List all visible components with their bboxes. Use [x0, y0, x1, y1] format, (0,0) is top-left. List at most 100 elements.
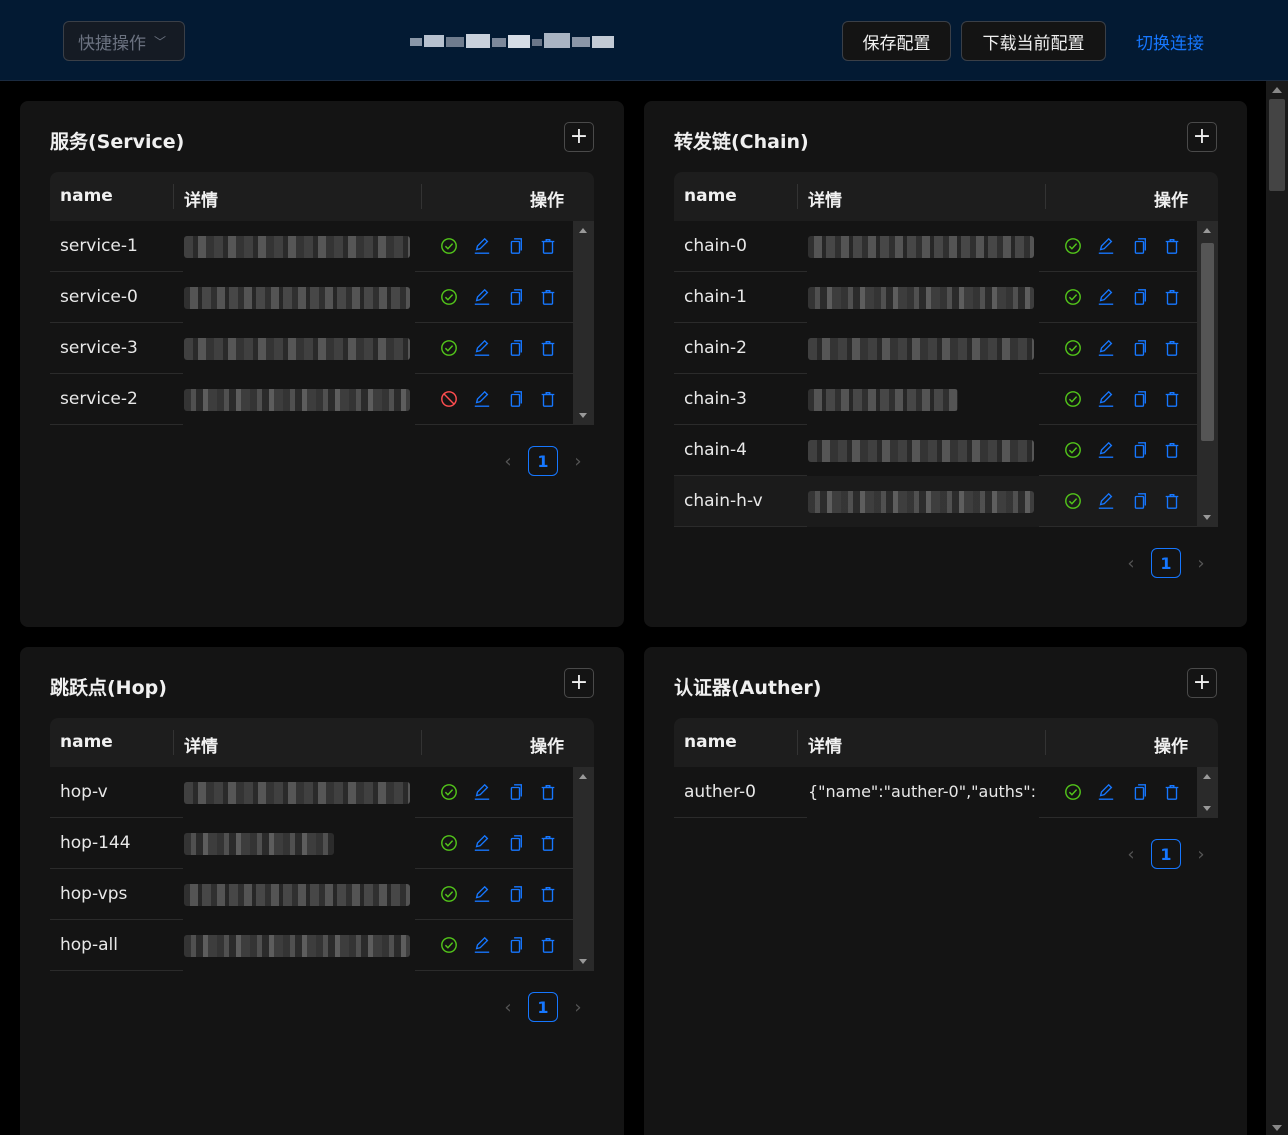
table-row[interactable]: service-3: [50, 323, 594, 374]
edit-icon[interactable]: [1097, 782, 1115, 802]
page-number-button[interactable]: 1: [528, 446, 558, 476]
scroll-up-arrow-icon[interactable]: [579, 774, 587, 779]
page-number-button[interactable]: 1: [1151, 548, 1181, 578]
table-row[interactable]: chain-4: [674, 425, 1218, 476]
edit-icon[interactable]: [473, 782, 491, 802]
page-scrollbar[interactable]: [1266, 81, 1288, 1135]
copy-icon[interactable]: [1130, 389, 1148, 409]
prev-page-icon[interactable]: ‹: [1121, 553, 1141, 574]
save-config-button[interactable]: 保存配置: [842, 21, 951, 61]
service-table-scrollbar[interactable]: [573, 221, 594, 425]
enabled-check-icon[interactable]: [1064, 287, 1082, 307]
download-config-button[interactable]: 下载当前配置: [961, 21, 1106, 61]
table-row[interactable]: hop-144: [50, 818, 594, 869]
copy-icon[interactable]: [506, 884, 524, 904]
delete-icon[interactable]: [539, 338, 557, 358]
table-row[interactable]: service-0: [50, 272, 594, 323]
copy-icon[interactable]: [506, 389, 524, 409]
enabled-check-icon[interactable]: [440, 236, 458, 256]
table-row[interactable]: hop-v: [50, 767, 594, 818]
delete-icon[interactable]: [539, 236, 557, 256]
copy-icon[interactable]: [506, 287, 524, 307]
disabled-stop-icon[interactable]: [440, 389, 458, 409]
table-row[interactable]: chain-3: [674, 374, 1218, 425]
delete-icon[interactable]: [539, 935, 557, 955]
delete-icon[interactable]: [539, 884, 557, 904]
table-row[interactable]: chain-1: [674, 272, 1218, 323]
hop-add-button[interactable]: +: [564, 668, 594, 698]
edit-icon[interactable]: [1097, 338, 1115, 358]
edit-icon[interactable]: [1097, 236, 1115, 256]
table-row[interactable]: service-2: [50, 374, 594, 425]
chain-add-button[interactable]: +: [1187, 122, 1217, 152]
enabled-check-icon[interactable]: [1064, 338, 1082, 358]
copy-icon[interactable]: [1130, 287, 1148, 307]
delete-icon[interactable]: [1163, 491, 1181, 511]
table-scroll-thumb[interactable]: [1201, 243, 1214, 441]
scroll-down-arrow-icon[interactable]: [1272, 1125, 1282, 1131]
next-page-icon[interactable]: ›: [1191, 844, 1211, 865]
enabled-check-icon[interactable]: [440, 935, 458, 955]
edit-icon[interactable]: [1097, 440, 1115, 460]
table-row[interactable]: hop-all: [50, 920, 594, 971]
scroll-down-arrow-icon[interactable]: [1203, 515, 1211, 520]
copy-icon[interactable]: [1130, 491, 1148, 511]
enabled-check-icon[interactable]: [440, 833, 458, 853]
delete-icon[interactable]: [1163, 440, 1181, 460]
enabled-check-icon[interactable]: [1064, 236, 1082, 256]
enabled-check-icon[interactable]: [1064, 782, 1082, 802]
enabled-check-icon[interactable]: [440, 338, 458, 358]
copy-icon[interactable]: [506, 833, 524, 853]
next-page-icon[interactable]: ›: [568, 451, 588, 472]
copy-icon[interactable]: [1130, 236, 1148, 256]
prev-page-icon[interactable]: ‹: [498, 997, 518, 1018]
copy-icon[interactable]: [506, 338, 524, 358]
enabled-check-icon[interactable]: [1064, 440, 1082, 460]
edit-icon[interactable]: [473, 389, 491, 409]
delete-icon[interactable]: [539, 782, 557, 802]
enabled-check-icon[interactable]: [440, 782, 458, 802]
delete-icon[interactable]: [539, 389, 557, 409]
enabled-check-icon[interactable]: [440, 287, 458, 307]
hop-table-scrollbar[interactable]: [573, 767, 594, 971]
edit-icon[interactable]: [1097, 389, 1115, 409]
copy-icon[interactable]: [1130, 338, 1148, 358]
prev-page-icon[interactable]: ‹: [498, 451, 518, 472]
enabled-check-icon[interactable]: [440, 884, 458, 904]
copy-icon[interactable]: [1130, 782, 1148, 802]
scroll-up-arrow-icon[interactable]: [1272, 87, 1282, 93]
edit-icon[interactable]: [1097, 491, 1115, 511]
edit-icon[interactable]: [1097, 287, 1115, 307]
copy-icon[interactable]: [1130, 440, 1148, 460]
prev-page-icon[interactable]: ‹: [1121, 844, 1141, 865]
table-row[interactable]: auther-0 {"name":"auther-0","auths":[...: [674, 767, 1218, 818]
copy-icon[interactable]: [506, 782, 524, 802]
scroll-up-arrow-icon[interactable]: [1203, 774, 1211, 779]
delete-icon[interactable]: [1163, 236, 1181, 256]
chain-table-scrollbar[interactable]: [1197, 221, 1218, 527]
page-number-button[interactable]: 1: [1151, 839, 1181, 869]
copy-icon[interactable]: [506, 236, 524, 256]
edit-icon[interactable]: [473, 287, 491, 307]
scroll-down-arrow-icon[interactable]: [579, 959, 587, 964]
quick-actions-dropdown[interactable]: 快捷操作 ﹀: [63, 21, 185, 61]
scroll-down-arrow-icon[interactable]: [1203, 806, 1211, 811]
table-row[interactable]: service-1: [50, 221, 594, 272]
delete-icon[interactable]: [539, 287, 557, 307]
scroll-up-arrow-icon[interactable]: [1203, 228, 1211, 233]
table-row[interactable]: hop-vps: [50, 869, 594, 920]
next-page-icon[interactable]: ›: [1191, 553, 1211, 574]
auther-add-button[interactable]: +: [1187, 668, 1217, 698]
edit-icon[interactable]: [473, 338, 491, 358]
delete-icon[interactable]: [539, 833, 557, 853]
service-add-button[interactable]: +: [564, 122, 594, 152]
enabled-check-icon[interactable]: [1064, 389, 1082, 409]
table-row[interactable]: chain-0: [674, 221, 1218, 272]
edit-icon[interactable]: [473, 833, 491, 853]
delete-icon[interactable]: [1163, 338, 1181, 358]
delete-icon[interactable]: [1163, 287, 1181, 307]
auther-table-scrollbar[interactable]: [1197, 767, 1218, 818]
enabled-check-icon[interactable]: [1064, 491, 1082, 511]
delete-icon[interactable]: [1163, 389, 1181, 409]
page-number-button[interactable]: 1: [528, 992, 558, 1022]
